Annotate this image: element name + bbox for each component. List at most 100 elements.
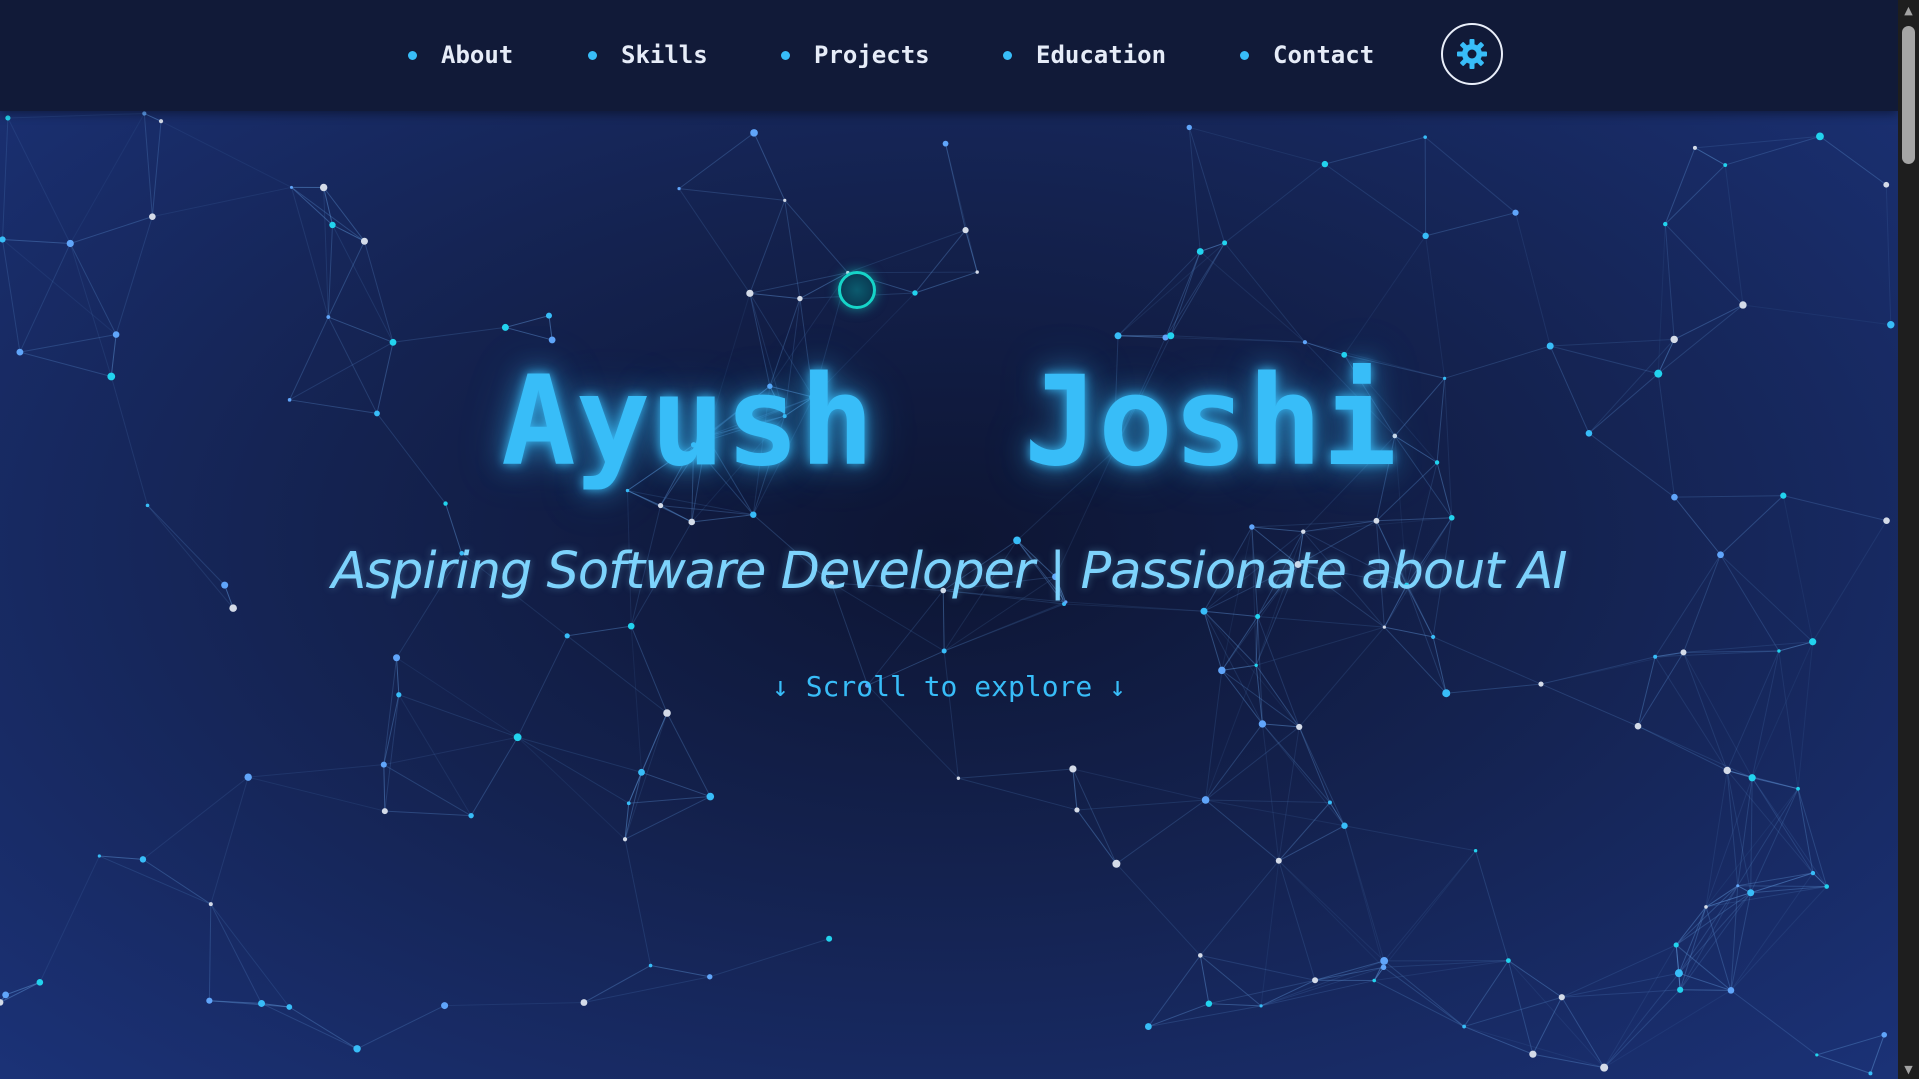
network-link xyxy=(1730,886,1828,991)
network-node xyxy=(1201,796,1210,804)
scroll-up-arrow-icon[interactable]: ▲ xyxy=(1898,0,1919,20)
network-link xyxy=(1170,251,1201,336)
network-link xyxy=(332,224,365,242)
nav-label: Education xyxy=(1036,41,1167,69)
network-node xyxy=(688,518,696,526)
network-link xyxy=(1705,886,1827,908)
network-node xyxy=(580,999,588,1006)
nav-item-projects[interactable]: Projects xyxy=(781,38,930,72)
network-link xyxy=(1262,723,1345,827)
network-node xyxy=(1887,321,1895,329)
network-node xyxy=(380,761,387,768)
network-link xyxy=(1148,1003,1210,1028)
network-node xyxy=(1736,884,1740,888)
network-node xyxy=(2,991,10,999)
network-node xyxy=(1677,986,1684,993)
network-node xyxy=(1321,160,1329,168)
network-node xyxy=(657,502,664,509)
network-link xyxy=(1260,960,1385,1007)
network-node xyxy=(663,709,671,717)
network-node xyxy=(1777,649,1781,653)
network-link xyxy=(1278,825,1345,862)
nav-item-education[interactable]: Education xyxy=(1003,38,1166,72)
network-node xyxy=(1144,1023,1152,1030)
theme-toggle-button[interactable] xyxy=(1441,23,1503,85)
network-node xyxy=(1809,638,1817,646)
network-node xyxy=(677,186,681,191)
network-node xyxy=(1448,514,1455,521)
scroll-down-arrow-icon[interactable]: ▼ xyxy=(1898,1059,1919,1079)
network-link xyxy=(1373,980,1465,1028)
network-link xyxy=(1664,147,1696,225)
network-link xyxy=(1705,872,1814,908)
scrollbar-thumb[interactable] xyxy=(1902,26,1915,164)
network-link xyxy=(1344,825,1476,852)
network-link xyxy=(291,186,365,242)
network-node xyxy=(1196,248,1204,255)
network-link xyxy=(1664,223,1744,306)
network-link xyxy=(1148,1005,1262,1028)
network-node xyxy=(941,648,947,654)
network-node xyxy=(468,812,474,819)
network-node xyxy=(1663,221,1668,227)
network-node xyxy=(548,336,556,344)
network-link xyxy=(505,326,553,341)
network-node xyxy=(0,999,4,1006)
network-node xyxy=(942,140,949,147)
network-node xyxy=(1883,517,1890,524)
network-node xyxy=(66,239,74,248)
network-node xyxy=(1600,1063,1609,1072)
network-link xyxy=(327,224,333,318)
gear-icon xyxy=(1457,39,1487,69)
network-link xyxy=(1262,723,1300,728)
network-link xyxy=(1205,799,1280,862)
network-node xyxy=(326,315,331,319)
network-node xyxy=(1558,994,1565,1001)
nav-label: Contact xyxy=(1273,41,1375,69)
network-node xyxy=(1670,335,1678,344)
nav-item-skills[interactable]: Skills xyxy=(588,38,708,72)
network-node xyxy=(1422,232,1429,240)
network-node xyxy=(826,935,833,942)
network-link xyxy=(1724,165,1744,306)
network-link xyxy=(261,1002,358,1050)
nav-item-contact[interactable]: Contact xyxy=(1240,38,1374,72)
hero-name: Ayush Joshi xyxy=(501,350,1397,494)
network-link xyxy=(1675,944,1681,990)
network-link xyxy=(1076,799,1206,811)
network-link xyxy=(1675,892,1752,946)
network-link xyxy=(142,776,249,860)
network-link xyxy=(1679,885,1739,991)
network-link xyxy=(392,326,506,343)
network-link xyxy=(1561,944,1677,998)
network-node xyxy=(1373,517,1380,524)
network-link xyxy=(1199,860,1280,956)
network-node xyxy=(1723,163,1728,167)
network-node xyxy=(97,854,101,858)
nav-label: About xyxy=(441,41,514,69)
network-link xyxy=(1199,955,1262,1007)
network-link xyxy=(1072,768,1206,801)
network-link xyxy=(144,113,162,122)
network-link xyxy=(1147,955,1201,1027)
network-node xyxy=(1302,340,1308,345)
network-link xyxy=(548,315,553,341)
network-node xyxy=(750,511,757,518)
network-node xyxy=(139,856,147,863)
network-node xyxy=(286,1004,293,1010)
scroll-to-explore-link[interactable]: ↓ Scroll to explore ↓ xyxy=(0,670,1898,703)
network-link xyxy=(384,810,472,817)
network-link xyxy=(1819,135,1887,186)
nav-item-about[interactable]: About xyxy=(408,38,513,72)
network-node xyxy=(229,604,237,612)
hero-subtitle: Aspiring Software Developer | Passionate… xyxy=(331,542,1568,601)
network-link xyxy=(39,855,100,983)
network-link xyxy=(356,1005,445,1050)
network-link xyxy=(1463,960,1509,1027)
network-link xyxy=(1463,996,1562,1028)
network-link xyxy=(583,976,710,1004)
network-node xyxy=(381,808,388,815)
network-link xyxy=(1532,997,1563,1055)
particle-network-background xyxy=(0,111,1895,1076)
vertical-scrollbar[interactable]: ▲ ▼ xyxy=(1898,0,1919,1079)
